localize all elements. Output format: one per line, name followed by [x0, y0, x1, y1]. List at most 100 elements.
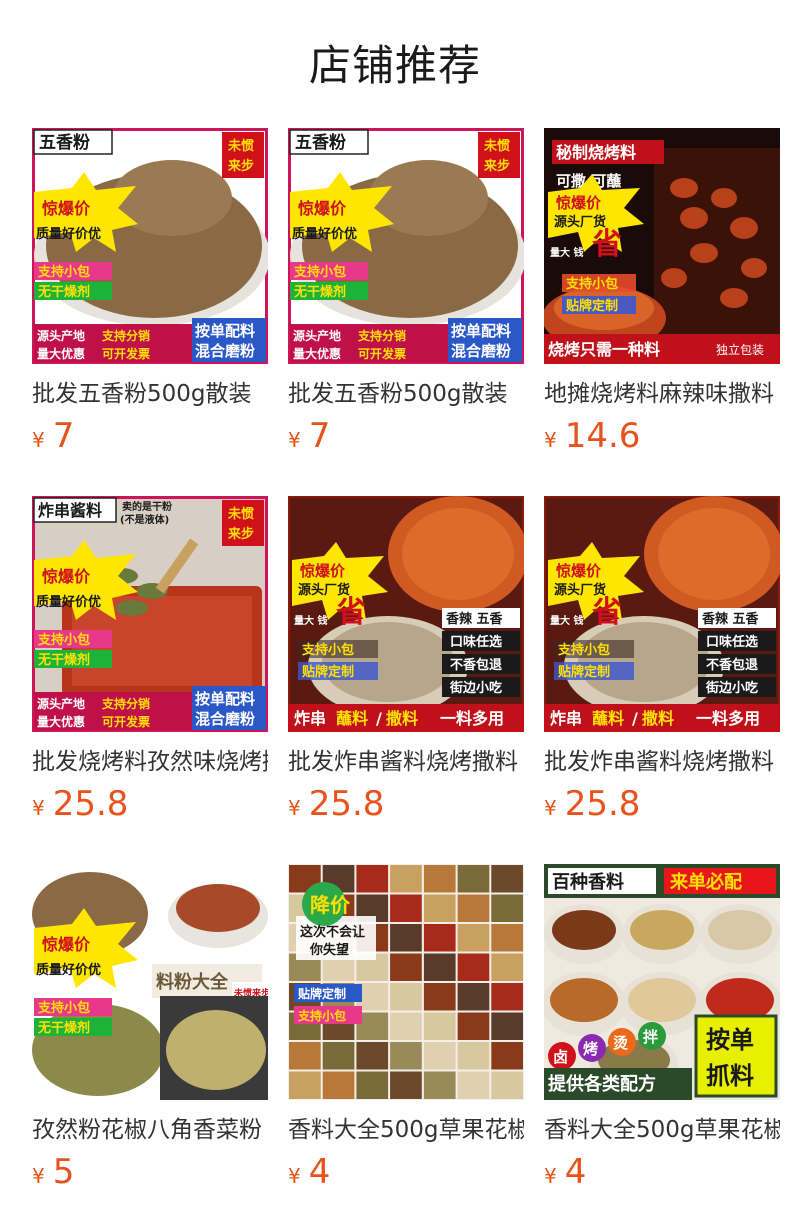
- currency-symbol: ¥: [544, 428, 557, 452]
- svg-text:炸串酱料: 炸串酱料: [38, 501, 102, 520]
- product-price: ¥4: [288, 1150, 330, 1194]
- product-name[interactable]: 孜然粉花椒八角香菜粉: [32, 1114, 268, 1148]
- product-name[interactable]: 批发五香粉500g散装: [32, 378, 268, 412]
- product-card[interactable]: 惊爆价 源头厂货 省 量大 钱 支持小包 贴牌定制 香辣 五香 口味任选 不香包…: [288, 496, 524, 836]
- spice-cell: [491, 1042, 523, 1070]
- svg-text:撒料: 撒料: [386, 709, 418, 728]
- spice-cell: [423, 1012, 456, 1040]
- product-name[interactable]: 批发烧烤料孜然味烧烤撒料: [32, 746, 268, 780]
- svg-text:贴牌定制: 贴牌定制: [302, 664, 354, 680]
- currency-symbol: ¥: [32, 1164, 45, 1188]
- svg-text:支持小包: 支持小包: [565, 276, 618, 292]
- svg-text:(不是液体): (不是液体): [120, 513, 169, 526]
- price-value: 5: [52, 1152, 75, 1192]
- product-card[interactable]: 料粉大全 未惯来步 惊爆价 质量好价优 支持小包 无干燥剂 孜然粉花椒八角香菜粉…: [32, 864, 268, 1204]
- fried-skewer-dip-image: 惊爆价 源头厂货 省 量大 钱 支持小包 贴牌定制 香辣 五香 口味任选 不香包…: [288, 496, 524, 732]
- product-image[interactable]: 秘制烧烤料 可撒 可蘸 惊爆价 源头厂货 省 量大 钱 支持小包 贴牌定制 烧烤…: [544, 128, 780, 364]
- product-price: ¥14.6: [544, 414, 640, 458]
- svg-text:省: 省: [592, 227, 622, 262]
- product-image[interactable]: 惊爆价 源头厂货 省 量大 钱 支持小包 贴牌定制 香辣 五香 口味任选 不香包…: [288, 496, 524, 732]
- svg-text:省: 省: [336, 595, 366, 630]
- svg-text:支持分销: 支持分销: [101, 696, 150, 711]
- svg-text:香辣 五香: 香辣 五香: [445, 611, 504, 627]
- product-name[interactable]: 批发炸串酱料烧烤撒料: [544, 746, 780, 780]
- product-image[interactable]: 五香粉 未惯 来步 惊爆价 质量好价优 支持小包 无干燥剂 源头产地 支持分销 …: [288, 128, 524, 364]
- svg-text:炸串: 炸串: [550, 709, 582, 728]
- product-image[interactable]: 料粉大全 未惯来步 惊爆价 质量好价优 支持小包 无干燥剂: [32, 864, 268, 1100]
- svg-text:支持小包: 支持小包: [293, 264, 346, 280]
- svg-text:料粉大全: 料粉大全: [156, 971, 229, 993]
- product-image[interactable]: 百种香料 来单必配 卤 烤 烫 拌 提供各类配方 按单 抓料: [544, 864, 780, 1100]
- product-card[interactable]: 秘制烧烤料 可撒 可蘸 惊爆价 源头厂货 省 量大 钱 支持小包 贴牌定制 烧烤…: [544, 128, 780, 468]
- product-card[interactable]: 五香粉 未惯 来步 惊爆价 质量好价优 支持小包 无干燥剂 源头产地 支持分销 …: [288, 128, 524, 468]
- svg-text:支持小包: 支持小包: [557, 642, 610, 658]
- spice-cell: [457, 1071, 490, 1099]
- svg-text:炸串: 炸串: [294, 709, 326, 728]
- svg-text:按单配料: 按单配料: [195, 690, 255, 708]
- svg-text:五香粉: 五香粉: [39, 132, 90, 153]
- svg-text:贴牌定制: 贴牌定制: [298, 986, 346, 1001]
- spice-cell: [390, 1042, 422, 1070]
- svg-text:源头产地: 源头产地: [37, 696, 85, 711]
- spice-cell: [457, 924, 490, 952]
- svg-text:支持小包: 支持小包: [301, 642, 354, 658]
- svg-text:降价: 降价: [310, 893, 351, 917]
- product-image[interactable]: 惊爆价 源头厂货 省 量大 钱 支持小包 贴牌定制 香辣 五香 口味任选 不香包…: [544, 496, 780, 732]
- svg-text:无干燥剂: 无干燥剂: [293, 284, 346, 300]
- price-value: 7: [52, 416, 75, 456]
- svg-text:惊爆价: 惊爆价: [298, 199, 347, 218]
- svg-text:省: 省: [592, 595, 622, 630]
- product-name[interactable]: 香料大全500g草果花椒: [288, 1114, 524, 1148]
- spice-cell: [289, 1071, 321, 1099]
- spice-cell: [322, 1042, 355, 1070]
- product-price: ¥7: [288, 414, 330, 458]
- product-name[interactable]: 地摊烧烤料麻辣味撒料: [544, 378, 780, 412]
- spice-cell: [423, 924, 456, 952]
- product-name[interactable]: 香料大全500g草果花椒: [544, 1114, 780, 1148]
- product-name[interactable]: 批发五香粉500g散装: [288, 378, 524, 412]
- svg-text:无干燥剂: 无干燥剂: [37, 652, 90, 668]
- spice-cell: [423, 865, 456, 893]
- product-card[interactable]: 五香粉 未惯 来步 惊爆价 质量好价优 支持小包 无干燥剂 源头产地 支持分销 …: [32, 128, 268, 468]
- spice-cell: [457, 1012, 490, 1040]
- spice-cell: [423, 1071, 456, 1099]
- product-price: ¥5: [32, 1150, 74, 1194]
- product-card[interactable]: 降价 这次不会让 你失望 贴牌定制 支持小包 香料大全500g草果花椒 ¥4: [288, 864, 524, 1204]
- svg-text:提供各类配方: 提供各类配方: [548, 1073, 656, 1095]
- product-image[interactable]: 五香粉 未惯 来步 惊爆价 质量好价优 支持小包 无干燥剂 源头产地 支持分销 …: [32, 128, 268, 364]
- svg-text:质量好价优: 质量好价优: [36, 594, 101, 610]
- currency-symbol: ¥: [32, 796, 45, 820]
- spice-sacks-image: 百种香料 来单必配 卤 烤 烫 拌 提供各类配方 按单 抓料: [544, 864, 780, 1100]
- svg-text:可开发票: 可开发票: [102, 714, 150, 729]
- product-price: ¥4: [544, 1150, 586, 1194]
- product-image[interactable]: 降价 这次不会让 你失望 贴牌定制 支持小包: [288, 864, 524, 1100]
- svg-text:惊爆价: 惊爆价: [42, 935, 91, 954]
- spice-cell: [390, 953, 422, 981]
- svg-text:惊爆价: 惊爆价: [42, 199, 91, 218]
- svg-text:支持分销: 支持分销: [357, 328, 406, 343]
- svg-text:贴牌定制: 贴牌定制: [558, 664, 610, 680]
- svg-text:口味任选: 口味任选: [450, 634, 502, 650]
- svg-text:口味任选: 口味任选: [706, 634, 758, 650]
- product-image[interactable]: 炸串酱料 卖的是干粉 (不是液体) 未惯 来步 惊爆价 质量好价优 支持小包 无…: [32, 496, 268, 732]
- svg-text:源头产地: 源头产地: [37, 328, 85, 343]
- product-card[interactable]: 百种香料 来单必配 卤 烤 烫 拌 提供各类配方 按单 抓料 香料大全500g草…: [544, 864, 780, 1204]
- svg-text:这次不会让: 这次不会让: [300, 924, 365, 940]
- spice-cell: [457, 983, 490, 1011]
- svg-text:源头产地: 源头产地: [293, 328, 341, 343]
- svg-text:量大优惠: 量大优惠: [293, 346, 341, 361]
- currency-symbol: ¥: [288, 796, 301, 820]
- spice-powder-assortment-image: 料粉大全 未惯来步 惊爆价 质量好价优 支持小包 无干燥剂: [32, 864, 268, 1100]
- price-value: 4: [308, 1152, 331, 1192]
- currency-symbol: ¥: [544, 796, 557, 820]
- spice-catalog-image: 降价 这次不会让 你失望 贴牌定制 支持小包: [288, 864, 524, 1100]
- svg-text:惊爆价: 惊爆价: [42, 567, 91, 586]
- currency-symbol: ¥: [288, 428, 301, 452]
- product-card[interactable]: 惊爆价 源头厂货 省 量大 钱 支持小包 贴牌定制 香辣 五香 口味任选 不香包…: [544, 496, 780, 836]
- product-price: ¥25.8: [288, 782, 384, 826]
- svg-text:烧烤只需一种料: 烧烤只需一种料: [548, 340, 660, 359]
- svg-text:卖的是干粉: 卖的是干粉: [122, 500, 172, 513]
- product-card[interactable]: 炸串酱料 卖的是干粉 (不是液体) 未惯 来步 惊爆价 质量好价优 支持小包 无…: [32, 496, 268, 836]
- svg-text:秘制烧烤料: 秘制烧烤料: [556, 143, 636, 162]
- product-name[interactable]: 批发炸串酱料烧烤撒料: [288, 746, 524, 780]
